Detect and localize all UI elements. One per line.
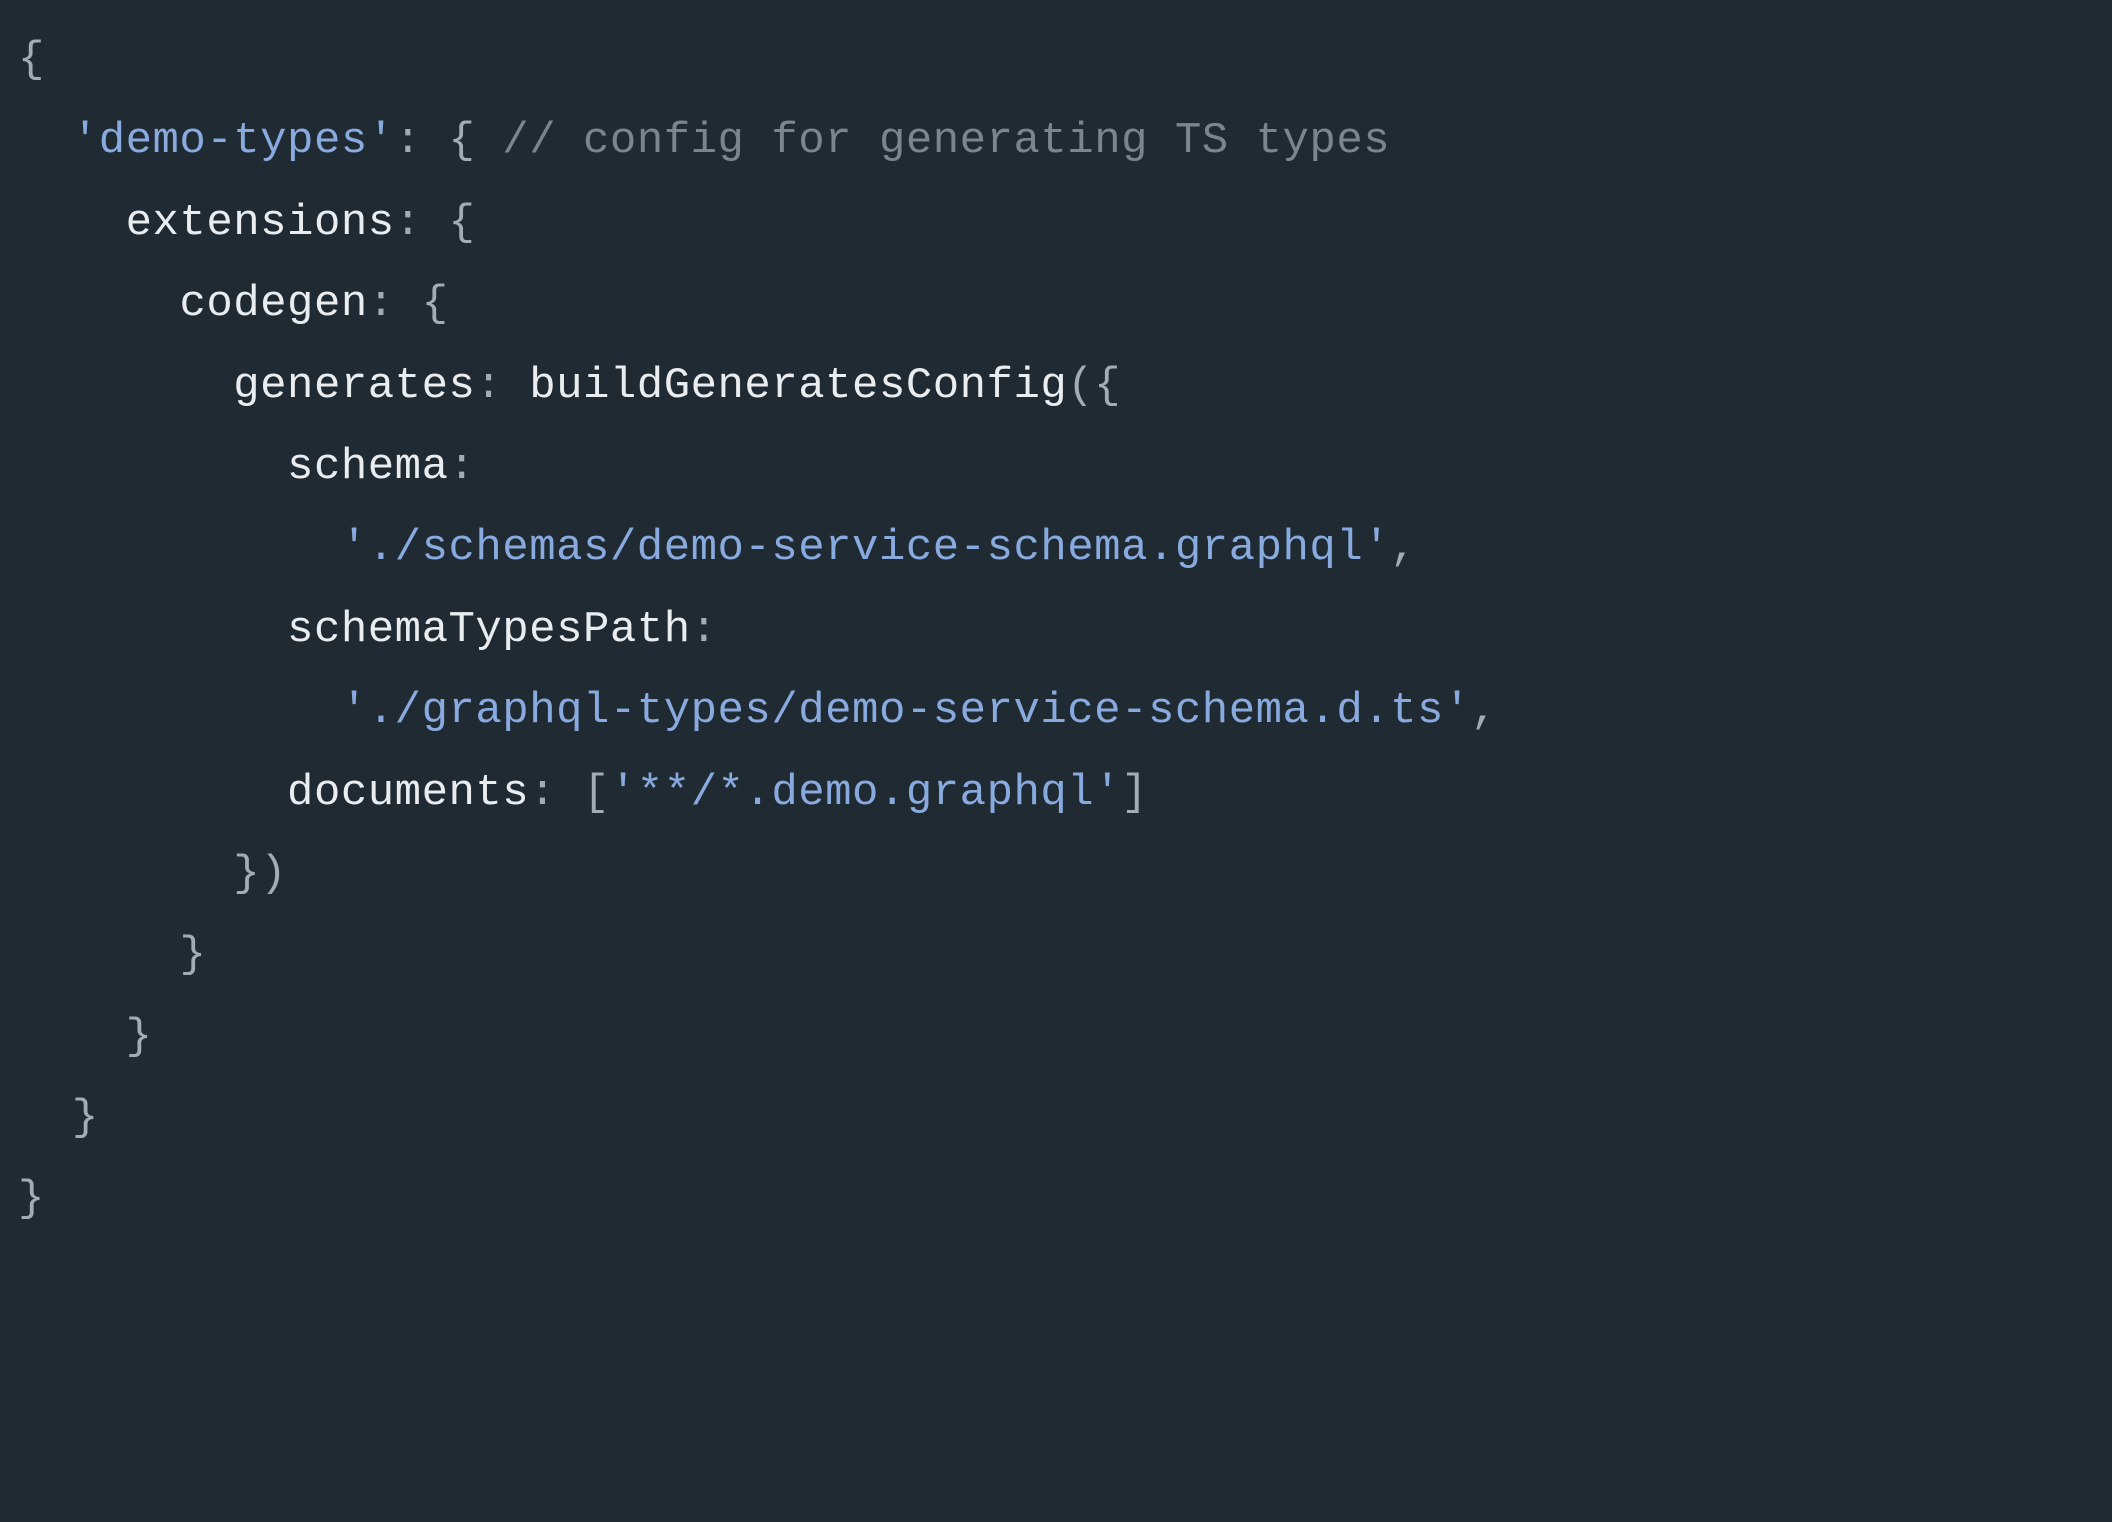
code-token: schema [287, 442, 448, 492]
code-token: ] [1121, 768, 1148, 818]
code-token: : [395, 198, 422, 248]
code-token [556, 768, 583, 818]
code-token: }) [233, 849, 287, 899]
code-token: extensions [126, 198, 395, 248]
code-token: 'demo-types' [72, 116, 395, 166]
code-token [422, 198, 449, 248]
code-token: , [1390, 523, 1417, 573]
code-token: './graphql-types/demo-service-schema.d.t… [341, 686, 1471, 736]
code-token: } [179, 930, 206, 980]
code-token: codegen [179, 279, 367, 329]
code-token [475, 116, 502, 166]
code-token [422, 116, 449, 166]
code-token: : [368, 279, 395, 329]
code-block: { 'demo-types': { // config for generati… [0, 0, 2112, 1261]
code-token: : [529, 768, 556, 818]
code-token: // config for generating TS types [502, 116, 1390, 166]
code-token: buildGeneratesConfig [529, 361, 1067, 411]
code-token: } [126, 1012, 153, 1062]
code-token: } [18, 1174, 45, 1224]
code-token: { [18, 35, 45, 85]
code-token: generates [233, 361, 475, 411]
code-token: : [691, 605, 718, 655]
code-token [395, 279, 422, 329]
code-token: , [1471, 686, 1498, 736]
code-token: [ [583, 768, 610, 818]
code-token: : [475, 361, 502, 411]
code-token: '**/*.demo.graphql' [610, 768, 1121, 818]
code-token: : [395, 116, 422, 166]
code-token: } [72, 1093, 99, 1143]
code-token: { [422, 279, 449, 329]
code-token: ({ [1067, 361, 1121, 411]
code-token [502, 361, 529, 411]
code-token: : [448, 442, 475, 492]
code-token: { [448, 116, 475, 166]
code-token: './schemas/demo-service-schema.graphql' [341, 523, 1390, 573]
code-token: { [448, 198, 475, 248]
code-token: schemaTypesPath [287, 605, 691, 655]
code-token: documents [287, 768, 529, 818]
